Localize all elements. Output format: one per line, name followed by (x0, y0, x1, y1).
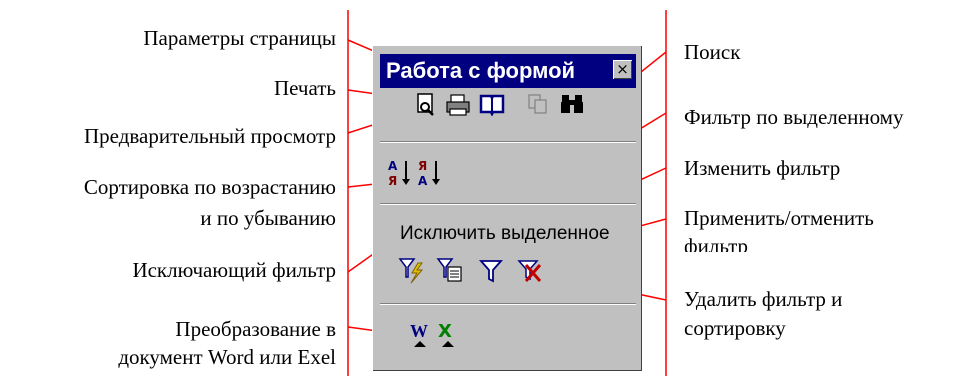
sort-ascending-icon: А Я (388, 159, 410, 188)
label-apply-filter-line2: фильтр (684, 234, 749, 252)
print-preview-button[interactable] (410, 92, 442, 122)
copy-button (522, 92, 554, 122)
remove-filter-button[interactable] (514, 255, 546, 285)
exclude-selection-button[interactable]: Исключить выделенное (400, 223, 610, 245)
label-edit-filter: Изменить фильтр (684, 156, 841, 180)
page-setup-button[interactable] (476, 92, 508, 122)
filter-by-selection-button[interactable] (396, 255, 428, 285)
filter-by-selection-icon (398, 258, 424, 284)
svg-text:А: А (418, 174, 428, 188)
edit-filter-button[interactable] (434, 255, 466, 285)
label-page-setup: Параметры страницы (143, 26, 336, 50)
exclude-selection-label: Исключить выделенное (400, 223, 610, 244)
label-exclusion-filter: Исключающий фильтр (132, 258, 336, 282)
label-remove-filter-line1: Удалить фильтр и (684, 287, 843, 311)
apply-filter-button[interactable] (476, 255, 508, 285)
toolbar-separator (380, 203, 636, 205)
label-find: Поиск (684, 40, 741, 64)
copy-icon (528, 94, 547, 114)
export-excel-button[interactable]: X (434, 317, 466, 347)
close-icon: × (616, 60, 629, 78)
export-excel-icon: X (438, 321, 454, 347)
label-sort-line2: и по убыванию (200, 206, 336, 230)
edit-filter-icon (436, 258, 462, 282)
print-icon (446, 94, 470, 116)
sort-descending-icon: Я А (418, 159, 440, 188)
label-remove-filter-line2: сортировку (684, 316, 786, 340)
export-word-icon: W (410, 321, 428, 347)
close-button[interactable]: × (613, 60, 632, 79)
svg-text:W: W (410, 321, 428, 341)
apply-filter-icon (478, 260, 504, 283)
label-convert-line2: документ Word или Exel (118, 345, 336, 369)
toolbar-separator (380, 303, 636, 305)
find-binoculars-icon (561, 95, 583, 113)
page-setup-icon (479, 94, 505, 117)
label-convert-line1: Преобразование в (175, 317, 336, 341)
label-apply-filter-line1: Применить/отменить (684, 206, 874, 230)
svg-text:А: А (388, 159, 398, 173)
toolbar-titlebar[interactable]: Работа с формой × (380, 54, 636, 88)
sort-descending-button[interactable]: Я А (414, 157, 446, 188)
svg-text:Я: Я (388, 174, 397, 188)
label-filter-by-selection: Фильтр по выделенному (684, 105, 904, 129)
label-print: Печать (273, 76, 336, 100)
svg-text:Я: Я (418, 159, 427, 173)
sort-ascending-button[interactable]: А Я (384, 157, 416, 188)
form-toolbar: Работа с формой × А Я Я А Исключить выде… (372, 45, 642, 371)
toolbar-title: Работа с формой (386, 58, 576, 83)
print-button[interactable] (442, 92, 474, 122)
label-print-preview: Предварительный просмотр (83, 124, 336, 148)
remove-filter-icon (517, 260, 542, 282)
label-sort-line1: Сортировка по возрастанию (83, 175, 336, 199)
svg-text:X: X (438, 321, 452, 342)
print-preview-icon (417, 93, 434, 116)
find-button[interactable] (556, 92, 588, 122)
toolbar-separator (380, 141, 636, 143)
